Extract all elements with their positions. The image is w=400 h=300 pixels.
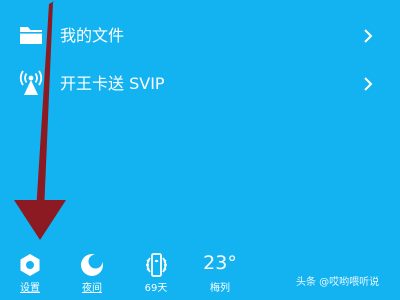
menu-item-my-files[interactable]: 我的文件 (0, 14, 400, 60)
settings-label: 设置 (20, 283, 40, 294)
weather-temperature: 23° (203, 252, 237, 274)
gear-icon (20, 254, 40, 276)
night-mode-button[interactable]: 夜间 (66, 248, 118, 298)
weather-widget[interactable]: 23° 梅列 (194, 248, 246, 298)
broadcast-antenna-icon (19, 70, 43, 95)
night-mode-label: 夜间 (82, 283, 102, 294)
days-badge-button[interactable]: 69天 (130, 248, 182, 298)
badge-icon (146, 253, 167, 277)
menu-item-wangka-svip[interactable]: 开王卡送 SVIP (0, 62, 400, 108)
settings-button[interactable]: 设置 (4, 248, 56, 298)
days-label: 69天 (144, 283, 168, 294)
weather-city: 梅列 (210, 283, 230, 294)
app-screen: 我的文件 开王卡送 SVIP 设置 夜间 69天 23° 梅列 头条 @哎哟喂听… (0, 0, 400, 300)
menu-item-label: 我的文件 (60, 26, 125, 45)
moon-icon (81, 254, 103, 276)
watermark-text: 头条 @哎哟喂听说 (296, 277, 380, 288)
folder-icon (20, 27, 42, 44)
chevron-right-icon (364, 29, 373, 43)
chevron-right-icon (364, 77, 373, 91)
menu-item-label: 开王卡送 SVIP (60, 74, 165, 93)
